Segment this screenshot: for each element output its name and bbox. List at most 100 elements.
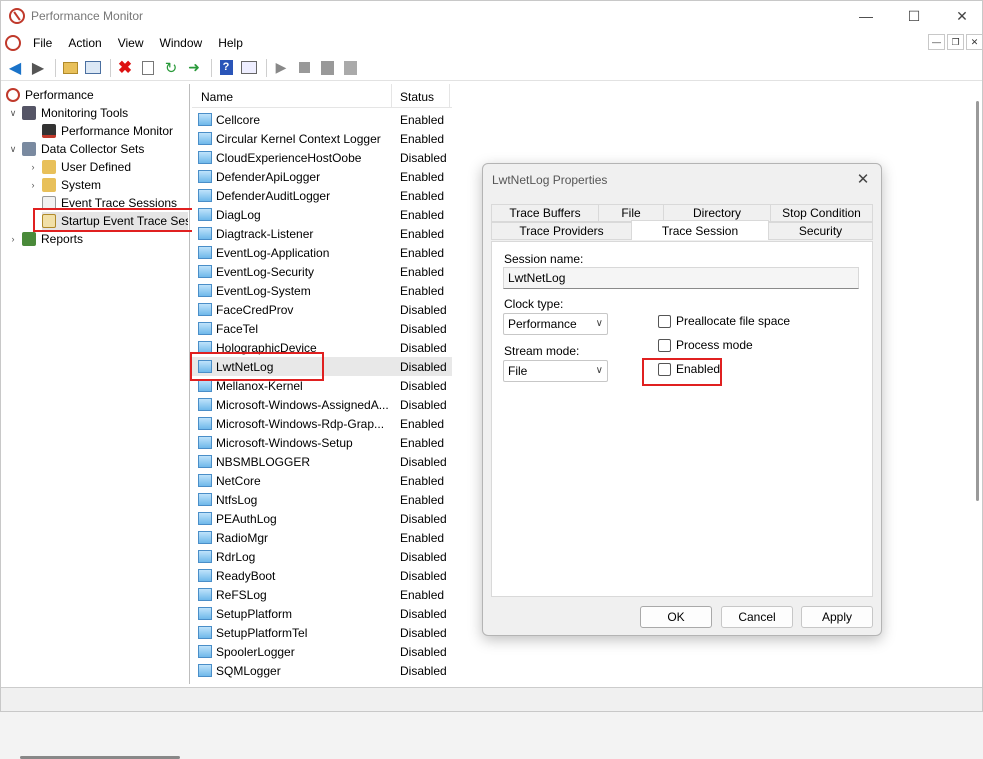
- preallocate-checkbox[interactable]: Preallocate file space: [658, 314, 790, 328]
- up-folder-icon[interactable]: [60, 58, 80, 78]
- mdi-close-button[interactable]: ✕: [966, 34, 983, 50]
- table-row[interactable]: DefenderApiLogger Enabled: [192, 167, 452, 186]
- row-name-cell: Microsoft-Windows-AssignedA...: [192, 398, 392, 412]
- help-icon[interactable]: ?: [216, 58, 236, 78]
- row-name: NetCore: [216, 473, 261, 488]
- apply-button[interactable]: Apply: [801, 606, 873, 628]
- table-row[interactable]: SQMLogger Disabled: [192, 661, 452, 680]
- tree-item-user-defined[interactable]: › User Defined: [28, 158, 131, 176]
- table-row[interactable]: Diagtrack-Listener Enabled: [192, 224, 452, 243]
- table-row[interactable]: Microsoft-Windows-AssignedA... Disabled: [192, 395, 452, 414]
- table-row[interactable]: Microsoft-Windows-Rdp-Grap... Enabled: [192, 414, 452, 433]
- tab-trace-session[interactable]: Trace Session: [631, 220, 769, 240]
- cancel-button[interactable]: Cancel: [721, 606, 793, 628]
- stop-icon[interactable]: [294, 58, 314, 78]
- row-name-cell: ReadyBoot: [192, 569, 392, 583]
- new-icon[interactable]: [317, 58, 337, 78]
- forward-icon[interactable]: ▶: [28, 58, 48, 78]
- mdi-restore-button[interactable]: ❐: [947, 34, 964, 50]
- refresh-icon[interactable]: ↻: [161, 58, 181, 78]
- back-icon[interactable]: ◀: [5, 58, 25, 78]
- tab-trace-buffers[interactable]: Trace Buffers: [491, 204, 599, 222]
- row-status: Disabled: [400, 511, 447, 526]
- tree-item-reports[interactable]: › Reports: [8, 230, 83, 248]
- trace-session-icon: [198, 664, 212, 677]
- disabled-icon[interactable]: [340, 58, 360, 78]
- row-name: ReFSLog: [216, 587, 267, 602]
- table-row[interactable]: EventLog-System Enabled: [192, 281, 452, 300]
- table-row[interactable]: EventLog-Security Enabled: [192, 262, 452, 281]
- tab-security[interactable]: Security: [768, 222, 873, 240]
- minimize-button[interactable]: —: [843, 1, 889, 31]
- table-row[interactable]: NBSMBLOGGER Disabled: [192, 452, 452, 471]
- stream-mode-select[interactable]: File ∨: [503, 360, 608, 382]
- table-row[interactable]: Circular Kernel Context Logger Enabled: [192, 129, 452, 148]
- properties-icon[interactable]: [138, 58, 158, 78]
- row-status: Enabled: [400, 283, 445, 298]
- expand-icon[interactable]: ›: [28, 162, 38, 172]
- navigation-tree: Performance ∨ Monitoring Tools Performan…: [2, 84, 190, 759]
- menu-file[interactable]: File: [25, 36, 60, 50]
- show-hide-tree-icon[interactable]: [83, 58, 103, 78]
- table-row[interactable]: EventLog-Application Enabled: [192, 243, 452, 262]
- table-row[interactable]: SetupPlatform Disabled: [192, 604, 452, 623]
- document-icon[interactable]: [5, 35, 21, 51]
- column-header-name[interactable]: Name: [192, 83, 392, 108]
- table-row[interactable]: ReadyBoot Disabled: [192, 566, 452, 585]
- expand-icon[interactable]: ›: [8, 234, 18, 244]
- menu-action[interactable]: Action: [60, 36, 109, 50]
- close-button[interactable]: ✕: [939, 1, 983, 31]
- table-row[interactable]: RadioMgr Enabled: [192, 528, 452, 547]
- tree-item-system[interactable]: › System: [28, 176, 101, 194]
- table-row[interactable]: NtfsLog Enabled: [192, 490, 452, 509]
- menu-bar: File Action View Window Help: [1, 33, 982, 53]
- table-row[interactable]: RdrLog Disabled: [192, 547, 452, 566]
- tree-item-performance[interactable]: Performance: [6, 86, 94, 104]
- trace-session-icon: [198, 322, 212, 335]
- table-row[interactable]: DefenderAuditLogger Enabled: [192, 186, 452, 205]
- trace-session-panel: [491, 241, 873, 597]
- mmc-icon[interactable]: [239, 58, 259, 78]
- tree-item-monitoring-tools[interactable]: ∨ Monitoring Tools: [8, 104, 128, 122]
- tree-item-performance-monitor[interactable]: Performance Monitor: [42, 122, 173, 140]
- column-header-status[interactable]: Status: [392, 83, 450, 108]
- tab-trace-providers[interactable]: Trace Providers: [491, 222, 632, 240]
- dialog-close-icon[interactable]: ✕: [853, 169, 873, 189]
- start-icon[interactable]: ▶: [271, 58, 291, 78]
- properties-dialog: LwtNetLog Properties ✕ Trace Buffers Fil…: [482, 163, 882, 636]
- trace-session-icon: [198, 417, 212, 430]
- row-name: NBSMBLOGGER: [216, 454, 311, 469]
- collapse-icon[interactable]: ∨: [8, 144, 18, 155]
- clock-type-select[interactable]: Performance ∨: [503, 313, 608, 335]
- menu-view[interactable]: View: [110, 36, 152, 50]
- collapse-icon[interactable]: ∨: [8, 108, 18, 119]
- process-mode-checkbox[interactable]: Process mode: [658, 338, 753, 352]
- trace-session-icon: [198, 455, 212, 468]
- table-row[interactable]: Cellcore Enabled: [192, 110, 452, 129]
- tree-item-data-collector-sets[interactable]: ∨ Data Collector Sets: [8, 140, 144, 158]
- row-name: SetupPlatform: [216, 606, 293, 621]
- table-row[interactable]: SpoolerLogger Disabled: [192, 642, 452, 661]
- table-row[interactable]: NetCore Enabled: [192, 471, 452, 490]
- table-row[interactable]: ReFSLog Enabled: [192, 585, 452, 604]
- table-row[interactable]: Microsoft-Windows-Setup Enabled: [192, 433, 452, 452]
- table-row[interactable]: DiagLog Enabled: [192, 205, 452, 224]
- row-name: FaceTel: [216, 321, 259, 336]
- menu-window[interactable]: Window: [152, 36, 211, 50]
- maximize-button[interactable]: ☐: [891, 1, 937, 31]
- list-vertical-scrollbar[interactable]: [976, 101, 979, 501]
- table-row[interactable]: FaceTel Disabled: [192, 319, 452, 338]
- tab-stop-condition[interactable]: Stop Condition: [770, 204, 873, 222]
- mdi-minimize-button[interactable]: —: [928, 34, 945, 50]
- table-row[interactable]: CloudExperienceHostOobe Disabled: [192, 148, 452, 167]
- ok-button[interactable]: OK: [640, 606, 712, 628]
- table-row[interactable]: SetupPlatformTel Disabled: [192, 623, 452, 642]
- row-status: Disabled: [400, 625, 447, 640]
- table-row[interactable]: FaceCredProv Disabled: [192, 300, 452, 319]
- menu-help[interactable]: Help: [210, 36, 251, 50]
- expand-icon[interactable]: ›: [28, 180, 38, 190]
- row-name: DefenderApiLogger: [216, 169, 321, 184]
- delete-icon[interactable]: ✖: [115, 58, 135, 78]
- export-icon[interactable]: ➜: [184, 58, 204, 78]
- table-row[interactable]: PEAuthLog Disabled: [192, 509, 452, 528]
